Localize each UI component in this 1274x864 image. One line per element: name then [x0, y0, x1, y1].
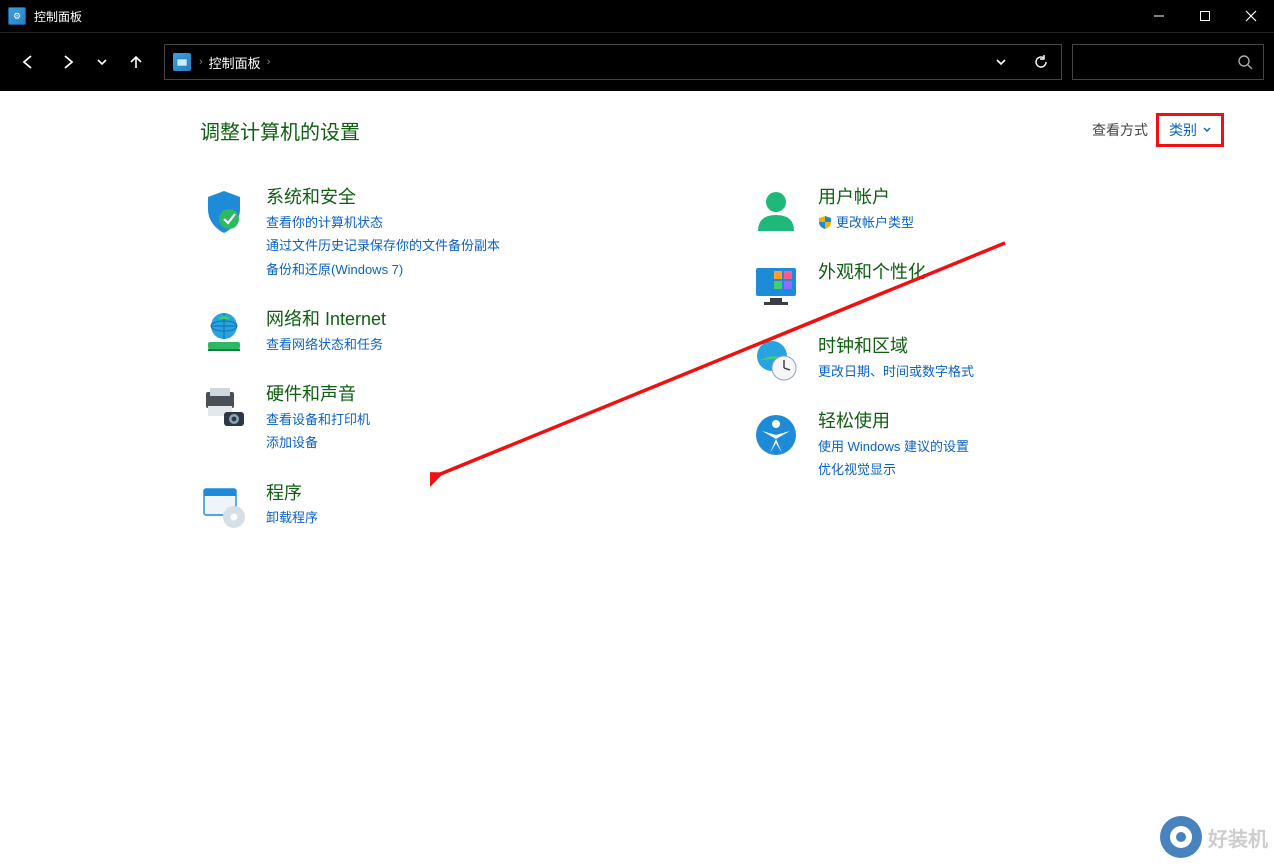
breadcrumb-sep: ›	[267, 56, 271, 68]
globe-network-icon	[200, 309, 248, 357]
refresh-button[interactable]	[1021, 45, 1061, 79]
address-bar[interactable]: › 控制面板 ›	[164, 44, 1062, 80]
user-icon	[752, 187, 800, 235]
category-title[interactable]: 网络和 Internet	[266, 309, 386, 331]
nav-back-button[interactable]	[10, 42, 46, 82]
category-link[interactable]: 更改日期、时间或数字格式	[818, 362, 974, 382]
category-programs: 程序 卸载程序	[200, 483, 672, 532]
category-user-accounts: 用户帐户 更改帐户类型	[752, 187, 1224, 236]
nav-up-button[interactable]	[118, 42, 154, 82]
control-panel-app-icon: ⚙	[8, 7, 26, 25]
accessibility-icon	[752, 411, 800, 459]
chevron-down-icon	[1203, 126, 1211, 134]
content-area: 调整计算机的设置 查看方式 类别 系统和安全 查看你的计算机状态 通过文件历史记…	[0, 91, 1274, 588]
shield-check-icon	[200, 187, 248, 235]
titlebar-left: ⚙ 控制面板	[0, 7, 82, 25]
window-disc-icon	[200, 483, 248, 531]
category-ease-of-access: 轻松使用 使用 Windows 建议的设置 优化视觉显示	[752, 411, 1224, 484]
category-link[interactable]: 优化视觉显示	[818, 460, 969, 480]
nav-forward-button[interactable]	[50, 42, 86, 82]
search-icon	[1237, 54, 1253, 70]
window-controls	[1136, 0, 1274, 32]
address-bar-location-icon	[173, 53, 191, 71]
category-title[interactable]: 时钟和区域	[818, 336, 974, 358]
category-clock-region: 时钟和区域 更改日期、时间或数字格式	[752, 336, 1224, 385]
titlebar: ⚙ 控制面板	[0, 0, 1274, 32]
category-network-internet: 网络和 Internet 查看网络状态和任务	[200, 309, 672, 358]
category-title[interactable]: 程序	[266, 483, 318, 505]
category-link[interactable]: 通过文件历史记录保存你的文件备份副本	[266, 236, 500, 256]
category-appearance-personalization: 外观和个性化	[752, 262, 1224, 310]
view-label: 查看方式	[1092, 120, 1148, 140]
breadcrumb-sep: ›	[199, 56, 203, 68]
category-title[interactable]: 轻松使用	[818, 411, 969, 433]
category-link[interactable]: 备份和还原(Windows 7)	[266, 260, 500, 280]
page-header: 调整计算机的设置 查看方式 类别	[200, 113, 1224, 147]
breadcrumb[interactable]: › 控制面板 ›	[199, 53, 981, 72]
minimize-button[interactable]	[1136, 0, 1182, 32]
view-mode-value: 类别	[1169, 120, 1197, 140]
address-dropdown-button[interactable]	[981, 45, 1021, 79]
category-title[interactable]: 外观和个性化	[818, 262, 926, 284]
category-link[interactable]: 更改帐户类型	[818, 213, 914, 233]
watermark-text: 好装机	[1208, 823, 1268, 852]
monitor-tiles-icon	[752, 262, 800, 310]
category-hardware-sound: 硬件和声音 查看设备和打印机 添加设备	[200, 384, 672, 457]
view-mode: 查看方式 类别	[1092, 113, 1224, 147]
category-link[interactable]: 查看设备和打印机	[266, 410, 370, 430]
category-title[interactable]: 系统和安全	[266, 187, 500, 209]
view-mode-select[interactable]: 类别	[1156, 113, 1224, 147]
category-system-security: 系统和安全 查看你的计算机状态 通过文件历史记录保存你的文件备份副本 备份和还原…	[200, 187, 672, 283]
globe-clock-icon	[752, 336, 800, 384]
category-link[interactable]: 使用 Windows 建议的设置	[818, 437, 969, 457]
right-column: 用户帐户 更改帐户类型 外观和个性化	[752, 187, 1224, 558]
category-columns: 系统和安全 查看你的计算机状态 通过文件历史记录保存你的文件备份副本 备份和还原…	[200, 187, 1224, 558]
left-column: 系统和安全 查看你的计算机状态 通过文件历史记录保存你的文件备份副本 备份和还原…	[200, 187, 672, 558]
category-link[interactable]: 添加设备	[266, 433, 370, 453]
window-title: 控制面板	[34, 8, 82, 25]
printer-camera-icon	[200, 384, 248, 432]
category-link[interactable]: 查看你的计算机状态	[266, 213, 500, 233]
category-link[interactable]: 查看网络状态和任务	[266, 335, 386, 355]
breadcrumb-location[interactable]: 控制面板	[209, 53, 261, 72]
maximize-button[interactable]	[1182, 0, 1228, 32]
watermark-logo-icon	[1160, 816, 1202, 858]
watermark: 好装机	[1160, 816, 1268, 858]
uac-shield-icon	[818, 215, 832, 229]
navbar: › 控制面板 ›	[0, 32, 1274, 91]
category-link[interactable]: 卸载程序	[266, 508, 318, 528]
category-title[interactable]: 用户帐户	[818, 187, 914, 209]
page-title: 调整计算机的设置	[200, 116, 360, 145]
category-title[interactable]: 硬件和声音	[266, 384, 370, 406]
search-input[interactable]	[1072, 44, 1264, 80]
nav-recent-button[interactable]	[90, 42, 114, 82]
close-button[interactable]	[1228, 0, 1274, 32]
